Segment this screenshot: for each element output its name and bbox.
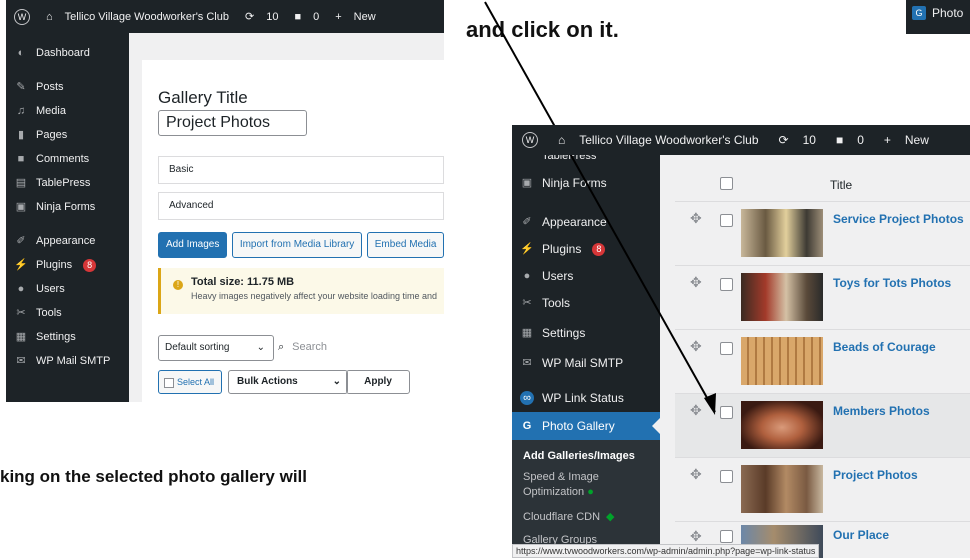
wordpress-logo-icon[interactable]: W: [522, 132, 538, 148]
browser-status-bar: https://www.tvwoodworkers.com/wp-admin/a…: [512, 544, 820, 558]
home-icon: ⌂: [558, 133, 566, 147]
plus-icon: +: [883, 133, 891, 147]
comment-icon: ■: [835, 133, 844, 147]
admin-bar-site[interactable]: ⌂ Tellico Village Woodworker's Club: [548, 133, 759, 147]
new-label: New: [904, 133, 929, 147]
admin-bar-new[interactable]: + New: [874, 133, 929, 147]
admin-bar-updates[interactable]: ⟳ 10: [769, 133, 816, 147]
updates-count: 10: [802, 133, 816, 147]
arrow-line: [484, 1, 716, 413]
refresh-icon: ⟳: [778, 133, 789, 147]
comments-count: 0: [857, 133, 864, 147]
annotation-arrow: [484, 1, 716, 415]
admin-bar-comments[interactable]: ■ 0: [826, 133, 864, 147]
site-name: Tellico Village Woodworker's Club: [579, 133, 759, 147]
admin-bar: W ⌂ Tellico Village Woodworker's Club ⟳ 10…: [512, 125, 970, 155]
